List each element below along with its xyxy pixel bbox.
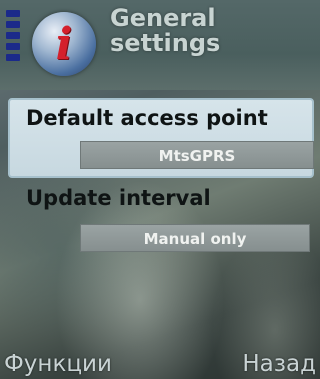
setting-value-update-interval[interactable]: Manual only <box>80 224 310 252</box>
back-softkey[interactable]: Назад <box>242 351 316 377</box>
setting-label-update-interval[interactable]: Update interval <box>26 186 211 210</box>
setting-label-access-point[interactable]: Default access point <box>26 106 268 130</box>
info-icon: i <box>55 19 73 70</box>
title-line-2: settings <box>110 29 221 57</box>
phone-screen: i General settings Default access point … <box>0 0 320 379</box>
header: i General settings <box>0 0 320 90</box>
signal-strength-icon <box>6 10 20 68</box>
page-title: General settings <box>110 6 310 56</box>
title-line-1: General <box>110 4 216 32</box>
options-softkey[interactable]: Функции <box>4 351 112 377</box>
setting-value-access-point[interactable]: MtsGPRS <box>80 141 314 169</box>
